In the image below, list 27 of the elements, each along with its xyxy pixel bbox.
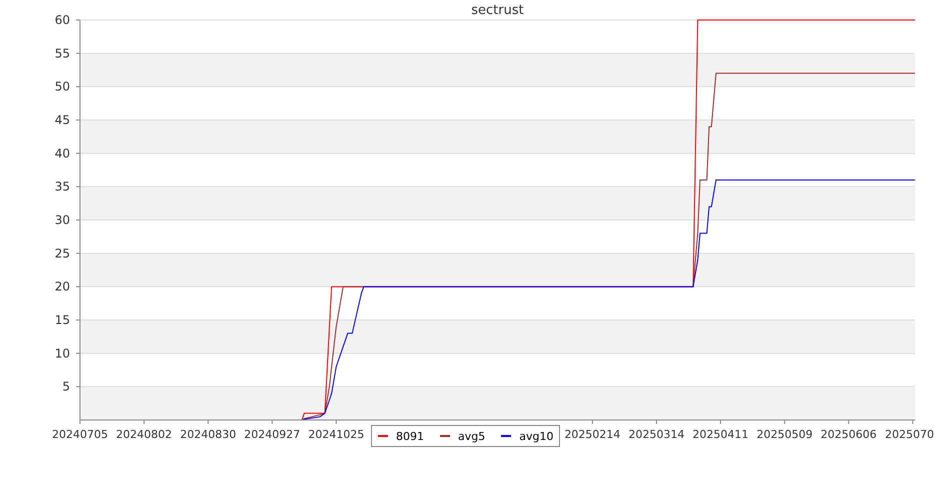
x-tick-label: 20240705 [52, 428, 108, 441]
x-tick-label: 20241025 [308, 428, 364, 441]
legend-label: 8091 [396, 430, 424, 442]
y-tick-label: 55 [54, 46, 70, 60]
x-tick-label: 20240802 [116, 428, 172, 441]
x-tick-label: 20240830 [180, 428, 236, 441]
y-tick-label: 60 [54, 13, 70, 27]
legend-label: avg10 [519, 430, 554, 442]
x-tick-label: 20250411 [692, 428, 749, 441]
y-tick-label: 15 [54, 313, 70, 327]
x-tick-label: 20250509 [756, 428, 813, 441]
y-tick-label: 40 [54, 146, 70, 160]
legend-label: avg5 [458, 430, 486, 442]
x-tick-label: 20250606 [820, 428, 877, 441]
y-tick-label: 20 [54, 280, 70, 294]
x-tick-label: 20250214 [564, 428, 620, 441]
y-tick-label: 10 [54, 346, 70, 360]
x-tick-label: 20240927 [244, 428, 300, 441]
y-tick-label: 25 [54, 246, 70, 260]
y-tick-label: 50 [54, 80, 70, 94]
y-tick-label: 30 [54, 213, 70, 227]
y-tick-label: 35 [54, 180, 70, 194]
y-tick-label: 45 [54, 113, 70, 127]
x-tick-label: 2025070 [885, 428, 934, 441]
x-tick-label: 20250314 [628, 428, 684, 441]
y-tick-label: 5 [62, 380, 70, 394]
chart-title: sectrust [471, 3, 524, 18]
